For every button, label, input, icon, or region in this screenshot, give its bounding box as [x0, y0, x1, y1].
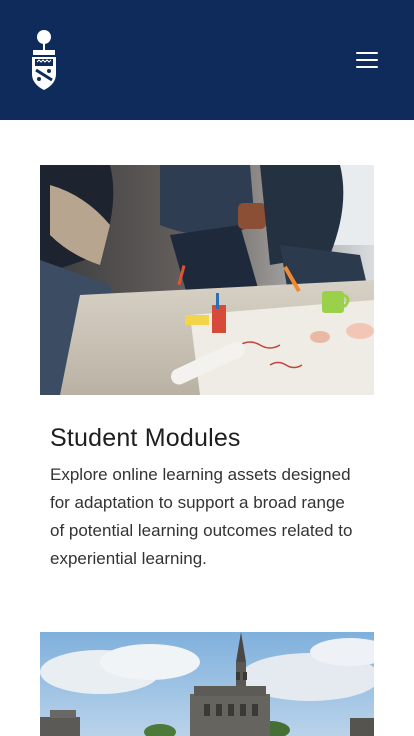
card-description: Explore online learning assets designed … — [50, 465, 353, 568]
hamburger-menu-icon[interactable] — [352, 46, 382, 74]
university-crest-icon[interactable] — [28, 28, 60, 92]
campus-card[interactable] — [40, 632, 374, 736]
site-header — [0, 0, 414, 120]
card-title[interactable]: Student Modules — [50, 423, 374, 453]
campus-tower-photo[interactable] — [40, 632, 374, 736]
student-modules-card[interactable]: Student Modules Explore online learning … — [40, 165, 374, 573]
students-working-photo[interactable] — [40, 165, 374, 395]
